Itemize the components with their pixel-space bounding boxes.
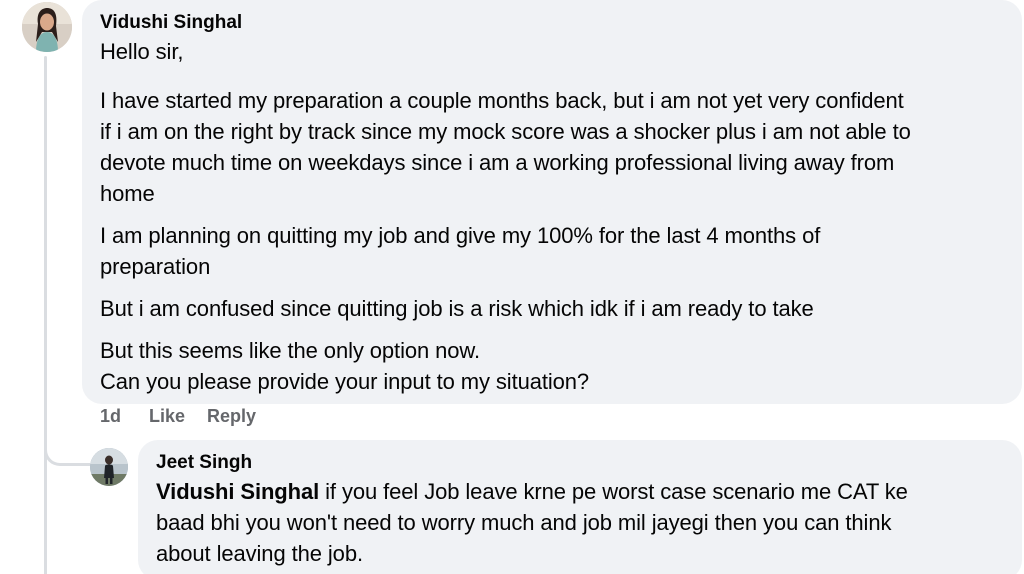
comment-line: devote much time on weekdays since i am … xyxy=(100,150,895,175)
comment-line: Hello sir, xyxy=(100,39,184,64)
comment-actions: 1d Like Reply xyxy=(100,406,278,427)
reply-line: baad bhi you won't need to worry much an… xyxy=(156,510,892,535)
comment-line: if i am on the right by track since my m… xyxy=(100,119,911,144)
user-photo-icon xyxy=(90,448,128,486)
reply-line: about leaving the job. xyxy=(156,541,363,566)
comment-paragraph: I am planning on quitting my job and giv… xyxy=(100,220,1004,282)
comment-paragraph: But i am confused since quitting job is … xyxy=(100,293,1004,324)
comment-line: I have started my preparation a couple m… xyxy=(100,88,904,113)
like-button[interactable]: Like xyxy=(149,406,185,427)
user-photo-icon xyxy=(22,2,72,52)
avatar[interactable] xyxy=(22,2,72,52)
mention-link[interactable]: Vidushi Singhal xyxy=(156,479,319,504)
comment-line: I am planning on quitting my job and giv… xyxy=(100,223,821,248)
comment-line: preparation xyxy=(100,254,211,279)
reply-bubble: Jeet Singh Vidushi Singhal if you feel J… xyxy=(138,440,1022,574)
reply-button[interactable]: Reply xyxy=(207,406,256,427)
reply-text: Vidushi Singhal if you feel Job leave kr… xyxy=(156,476,1004,569)
comment-timestamp[interactable]: 1d xyxy=(100,406,121,427)
reply-line: Vidushi Singhal if you feel Job leave kr… xyxy=(156,476,1004,507)
avatar[interactable] xyxy=(90,448,128,486)
comment-author[interactable]: Vidushi Singhal xyxy=(100,10,1004,36)
reply-connector xyxy=(44,402,90,466)
comment-line: But i am confused since quitting job is … xyxy=(100,296,814,321)
comment-paragraph: But this seems like the only option now.… xyxy=(100,335,1004,397)
reply-author[interactable]: Jeet Singh xyxy=(156,450,1004,476)
comment-line: Can you please provide your input to my … xyxy=(100,369,590,394)
reply-line-text: if you feel Job leave krne pe worst case… xyxy=(319,479,908,504)
comment-text: Hello sir, xyxy=(100,36,1004,67)
comment-bubble: Vidushi Singhal Hello sir, I have starte… xyxy=(82,0,1022,404)
thread-line xyxy=(44,56,47,574)
comment-paragraph: I have started my preparation a couple m… xyxy=(100,85,1004,209)
comment-line: But this seems like the only option now. xyxy=(100,338,480,363)
comment-line: home xyxy=(100,181,155,206)
